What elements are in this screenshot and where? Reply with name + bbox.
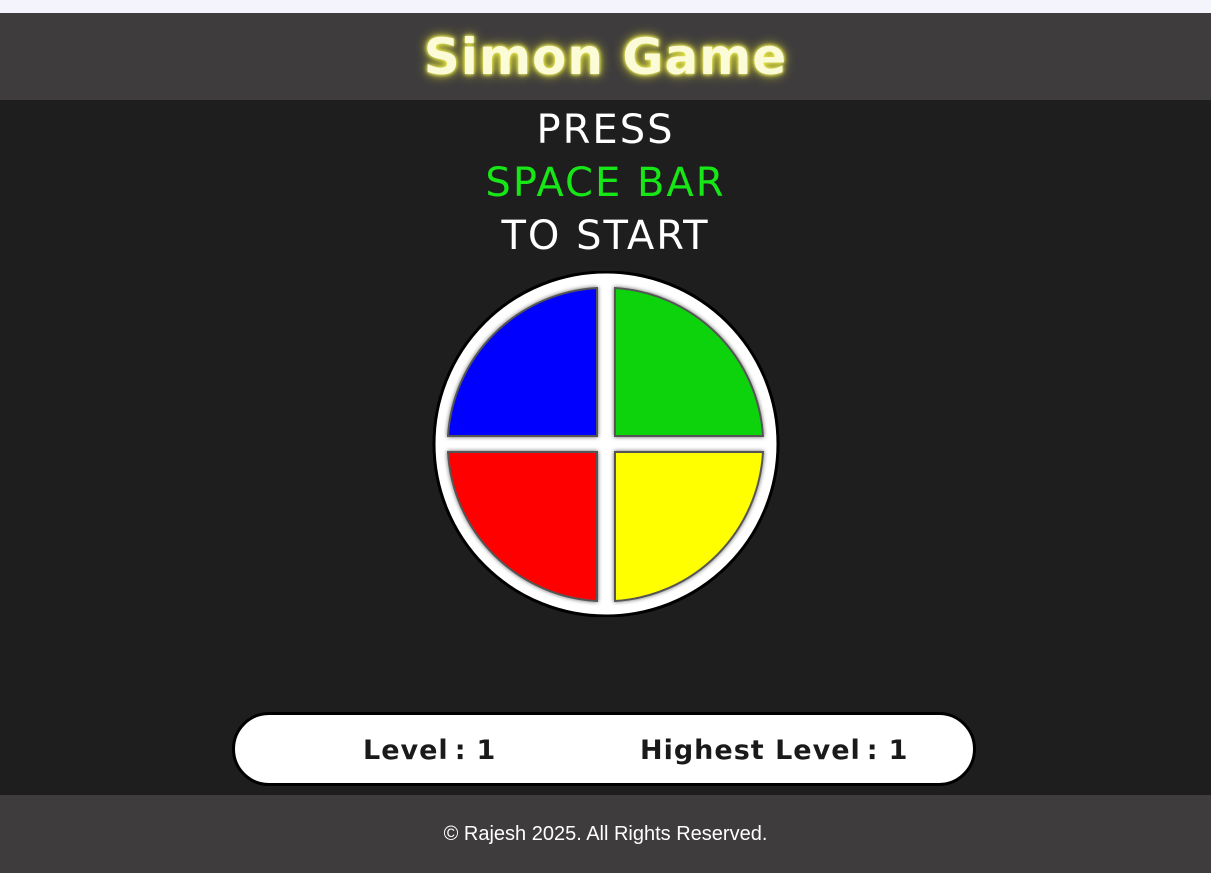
header: Simon Game (0, 13, 1211, 100)
red-pad[interactable] (446, 451, 598, 603)
highest-level-separator: : (866, 735, 879, 766)
footer: © Rajesh 2025. All Rights Reserved. (0, 795, 1211, 873)
level-stat: Level:1 (363, 735, 496, 766)
simon-board (431, 271, 781, 617)
prompt-to-start: TO START (501, 213, 710, 259)
highest-level-value: 1 (888, 735, 909, 766)
highest-level-stat: Highest Level:1 (640, 735, 908, 766)
level-label: Level (363, 735, 449, 766)
board-base (432, 271, 780, 617)
prompt-press: PRESS (536, 107, 675, 153)
status-bar: Level:1 Highest Level:1 (232, 712, 976, 786)
level-value: 1 (476, 735, 497, 766)
highest-level-label: Highest Level (640, 735, 861, 766)
top-strip (0, 0, 1211, 13)
level-separator: : (454, 735, 467, 766)
page-title: Simon Game (423, 27, 788, 86)
copyright-text: © Rajesh 2025. All Rights Reserved. (443, 822, 768, 845)
prompt-space-bar: SPACE BAR (485, 160, 726, 206)
